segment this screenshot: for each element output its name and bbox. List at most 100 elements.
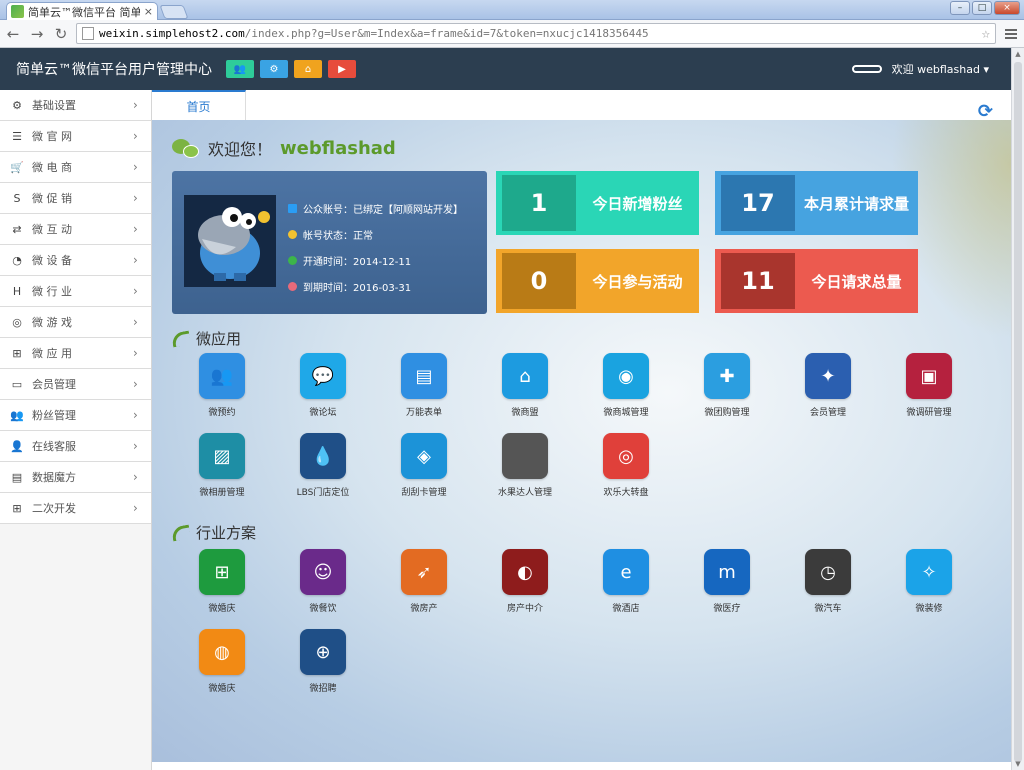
sidebar-item[interactable]: ◎ 微 游 戏 › [0,307,151,338]
app-tile[interactable]: ☺ 微餐饮 [283,549,363,614]
sidebar-item-label: 微 游 戏 [32,316,72,329]
app-name: 微房产 [410,604,438,614]
stat-label: 今日新增粉丝 [592,194,683,213]
app-name: 微招聘 [309,684,337,694]
app-tile[interactable]: 水果达人管理 [485,433,565,498]
sidebar-item[interactable]: ⊞ 微 应 用 › [0,338,151,369]
safari-icon: ✧ [906,549,952,595]
sidebar-item[interactable]: S 微 促 销 › [0,183,151,214]
sidebar-item-label: 微 电 商 [32,161,72,174]
users-icon: 👥 [199,353,245,399]
scroll-down-icon[interactable]: ▼ [1012,758,1024,770]
rss-icon: ◔ [12,253,22,267]
leaf-icon [170,330,192,347]
account-text: 公众账号：已绑定【阿顺网站开发】 [303,204,463,216]
app-name: 微调研管理 [906,408,952,418]
user-menu[interactable]: 欢迎 webflashad ▾ [892,61,989,77]
sidebar-item[interactable]: ⇄ 微 互 动 › [0,214,151,245]
app-name: 刮刮卡管理 [401,488,447,498]
app-tile[interactable]: ➶ 微房产 [384,549,464,614]
browser-tab[interactable]: 简单云™微信平台 简单云™ × [6,2,158,20]
app-tile[interactable]: ◎ 欢乐大转盘 [586,433,666,498]
app-tile[interactable]: ✚ 微团购管理 [687,353,767,418]
reload-button[interactable]: ↻ [52,25,70,43]
app-tile[interactable]: ▣ 微调研管理 [889,353,969,418]
page-scrollbar[interactable]: ▲ ▼ [1011,48,1024,770]
sidebar-item[interactable]: ◔ 微 设 备 › [0,245,151,276]
sidebar-item[interactable]: 👤 在线客服 › [0,431,151,462]
industry-section-title: 行业方案 [170,522,256,543]
browser-menu-icon[interactable] [1002,25,1020,43]
sidebar-item-label: 微 促 销 [32,192,72,205]
bookmark-star-icon[interactable]: ☆ [982,26,990,42]
windows-icon: ⊞ [12,501,22,515]
sidebar-item[interactable]: H 微 行 业 › [0,276,151,307]
app-tile[interactable]: ⊞ 微婚庆 [182,549,262,614]
app-tile[interactable]: ◐ 房产中介 [485,549,565,614]
app-name: 微婚庆 [208,684,236,694]
minimize-button[interactable]: – [950,1,970,15]
leaf-icon [170,524,192,541]
app-tile[interactable]: ◉ 微商城管理 [586,353,666,418]
sidebar-item[interactable]: ⚙ 基础设置 › [0,90,151,121]
chevron-right-icon: › [133,315,138,329]
app-tile[interactable]: ▨ 微相册管理 [182,433,262,498]
app-tile[interactable]: ✦ 会员管理 [788,353,868,418]
app-tile[interactable]: ⌂ 微商盟 [485,353,565,418]
chevron-right-icon: › [133,470,138,484]
new-tab-button[interactable] [159,5,189,19]
maximize-button[interactable]: □ [972,1,992,15]
stat-card: 17 本月累计请求量 [715,171,918,235]
app-name: 微汽车 [814,604,842,614]
app-tile[interactable]: m 微医疗 [687,549,767,614]
sidebar-item[interactable]: ▤ 数据魔方 › [0,462,151,493]
chevron-right-icon: › [133,191,138,205]
app-tile[interactable]: e 微酒店 [586,549,666,614]
app-tile[interactable]: ◷ 微汽车 [788,549,868,614]
window-controls: – □ × [950,1,1020,15]
sidebar-item[interactable]: ☰ 微 官 网 › [0,121,151,152]
globe-icon: ⊕ [300,629,346,675]
forward-button[interactable]: → [28,25,46,43]
address-bar[interactable]: weixin.simplehost2.com/index.php?g=User&… [76,23,996,44]
app-tile[interactable]: ◈ 刮刮卡管理 [384,433,464,498]
app-name: 房产中介 [506,604,543,614]
firefox-icon: ◍ [199,629,245,675]
expire-time-row: 到期时间：2016-03-31 [288,273,463,299]
app-tile[interactable]: ◍ 微婚庆 [182,629,262,694]
app-name: 微团购管理 [704,408,750,418]
welcome-prefix: 欢迎您！ [208,140,273,159]
sidebar-item-label: 在线客服 [32,440,76,453]
app-tile[interactable]: 💬 微论坛 [283,353,363,418]
rocket-icon: ➶ [401,549,447,595]
refresh-icon[interactable]: ⟳ [978,101,993,122]
app-tile[interactable]: ⊕ 微招聘 [283,629,363,694]
stat-value: 17 [721,175,795,231]
back-button[interactable]: ← [4,25,22,43]
house-icon: ⌂ [502,353,548,399]
sidebar-item[interactable]: 👥 粉丝管理 › [0,400,151,431]
tab-home[interactable]: 首页 [152,90,246,120]
stat-label: 本月累计请求量 [803,194,909,213]
sidebar-item[interactable]: 🛒 微 电 商 › [0,152,151,183]
app-tile[interactable]: 💧 LBS门店定位 [283,433,363,498]
app-tile[interactable]: ✧ 微装修 [889,549,969,614]
users-quick-button[interactable]: 👥 [226,60,254,78]
app-tile[interactable]: 👥 微预约 [182,353,262,418]
chevron-right-icon: › [133,129,138,143]
close-window-button[interactable]: × [994,1,1020,15]
play-quick-button[interactable]: ▶ [328,60,356,78]
toggle-icon[interactable] [851,65,882,73]
brand-title: 简单云™微信平台用户管理中心 [16,62,212,78]
scroll-thumb[interactable] [1014,62,1022,762]
app-tile[interactable]: ▤ 万能表单 [384,353,464,418]
home-quick-button[interactable]: ⌂ [294,60,322,78]
sidebar-item[interactable]: ▭ 会员管理 › [0,369,151,400]
close-tab-icon[interactable]: × [144,5,153,18]
url-host: weixin.simplehost2.com [99,27,245,40]
app-name: 微婚庆 [208,604,236,614]
sidebar-item[interactable]: ⊞ 二次开发 › [0,493,151,524]
sidebar-item-label: 微 互 动 [32,223,72,236]
gear-quick-button[interactable]: ⚙ [260,60,288,78]
scroll-up-icon[interactable]: ▲ [1012,48,1024,60]
